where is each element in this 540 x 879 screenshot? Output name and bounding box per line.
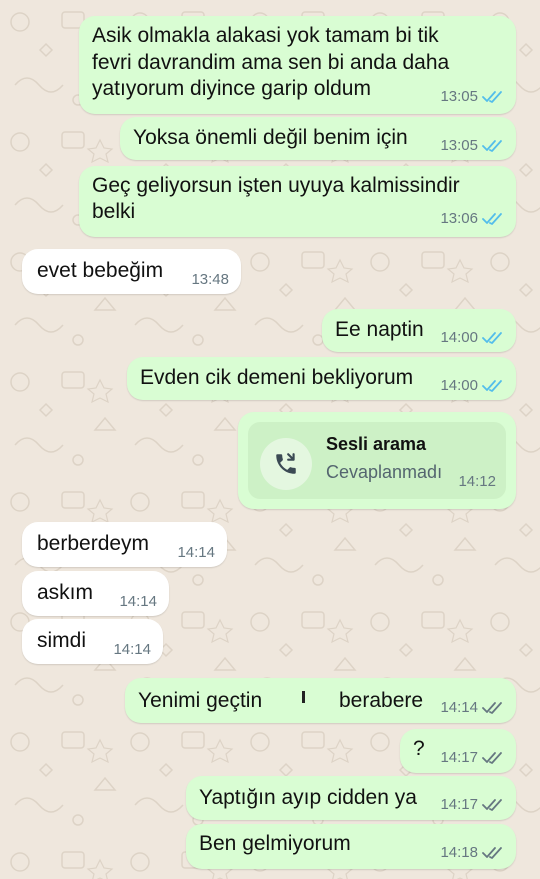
outgoing-message[interactable]: Asik olmakla alakasi yok tamam bi tik fe… xyxy=(79,16,516,114)
message-text-line: Ben gelmiyorum xyxy=(199,832,351,855)
double-check-blue-icon xyxy=(482,331,504,345)
outgoing-message[interactable]: ? 14:17 xyxy=(400,729,516,773)
message-time: 14:14 xyxy=(119,593,157,610)
message-time: 14:14 xyxy=(113,641,151,658)
outgoing-message[interactable]: Yenimi geçtin berabere 14:14 xyxy=(125,678,516,723)
message-time: 13:06 xyxy=(440,210,478,227)
message-meta: 13:05 xyxy=(440,137,504,154)
message-meta: 14:14 xyxy=(440,699,504,716)
double-check-gray-icon xyxy=(482,798,504,812)
message-text-line: fevri davrandim ama sen bi anda daha xyxy=(92,51,450,74)
message-time: 14:18 xyxy=(440,844,478,861)
call-card[interactable]: Sesli arama Cevaplanmadı 14:12 xyxy=(248,422,506,499)
message-time: 14:00 xyxy=(440,329,478,346)
message-text-line: belki xyxy=(92,200,136,223)
double-check-blue-icon xyxy=(482,139,504,153)
message-time: 14:17 xyxy=(440,749,478,766)
message-meta: 14:14 xyxy=(177,544,215,561)
message-text-line: Yenimi geçtin xyxy=(138,689,263,712)
outgoing-message[interactable]: Yoksa önemli değil benim için 13:05 xyxy=(120,117,516,160)
message-text-line: Yaptığın ayıp cidden ya xyxy=(199,786,417,809)
message-text-line: Evden cik demeni bekliyorum xyxy=(140,366,414,389)
message-meta: 14:00 xyxy=(440,329,504,346)
message-time: 14:00 xyxy=(440,377,478,394)
message-text-line: yatıyorum diyince garip oldum xyxy=(92,77,371,100)
message-time: 14:14 xyxy=(440,699,478,716)
double-check-gray-icon xyxy=(482,701,504,715)
message-meta: 14:17 xyxy=(440,796,504,813)
message-text-line: simdi xyxy=(37,629,87,652)
message-time: 13:05 xyxy=(440,137,478,154)
message-text-line: berberdeym xyxy=(37,532,150,555)
outgoing-message[interactable]: Ee naptin 14:00 xyxy=(322,309,516,352)
outgoing-message[interactable]: Ben gelmiyorum 14:18 xyxy=(186,824,516,869)
incoming-message[interactable]: berberdeym 14:14 xyxy=(22,522,227,567)
outgoing-message[interactable]: Yaptığın ayıp cidden ya 14:17 xyxy=(186,776,516,820)
message-meta: 14:17 xyxy=(440,749,504,766)
double-check-blue-icon xyxy=(482,90,504,104)
message-meta: 14:14 xyxy=(113,641,151,658)
message-text-line: Asik olmakla alakasi yok tamam bi tik xyxy=(92,24,439,47)
message-text-line: Ee naptin xyxy=(335,318,424,341)
message-text-line: Yoksa önemli değil benim için xyxy=(133,126,408,149)
message-meta: 13:48 xyxy=(191,271,229,288)
message-meta: 13:06 xyxy=(440,210,504,227)
message-meta: 14:00 xyxy=(440,377,504,394)
double-check-blue-icon xyxy=(482,212,504,226)
message-meta: 14:18 xyxy=(440,844,504,861)
message-time: 13:05 xyxy=(440,88,478,105)
voice-call-message[interactable]: Sesli arama Cevaplanmadı 14:12 xyxy=(238,412,516,509)
message-time: 14:14 xyxy=(177,544,215,561)
double-check-blue-icon xyxy=(482,379,504,393)
message-text-line: evet bebeğim xyxy=(37,259,164,282)
message-time: 14:12 xyxy=(458,473,496,490)
outgoing-message[interactable]: Evden cik demeni bekliyorum 14:00 xyxy=(127,357,516,400)
outgoing-message[interactable]: Geç geliyorsun işten uyuya kalmissindir … xyxy=(79,166,516,237)
incoming-message[interactable]: evet bebeğim 13:48 xyxy=(22,249,241,294)
missed-call-icon xyxy=(260,438,312,490)
incoming-message[interactable]: askım 14:14 xyxy=(22,571,169,616)
message-text-line: ? xyxy=(413,737,425,760)
message-meta: 14:14 xyxy=(119,593,157,610)
message-meta: 13:05 xyxy=(440,88,504,105)
message-time: 13:48 xyxy=(191,271,229,288)
redaction-mark xyxy=(302,691,305,703)
incoming-message[interactable]: simdi 14:14 xyxy=(22,619,163,664)
message-text-line: askım xyxy=(37,581,94,604)
message-text-line: Geç geliyorsun işten uyuya kalmissindir xyxy=(92,174,460,197)
call-status: Cevaplanmadı xyxy=(326,462,443,482)
message-text-line: berabere xyxy=(339,689,424,712)
double-check-gray-icon xyxy=(482,751,504,765)
message-time: 14:17 xyxy=(440,796,478,813)
double-check-gray-icon xyxy=(482,846,504,860)
call-title: Sesli arama xyxy=(326,434,427,454)
